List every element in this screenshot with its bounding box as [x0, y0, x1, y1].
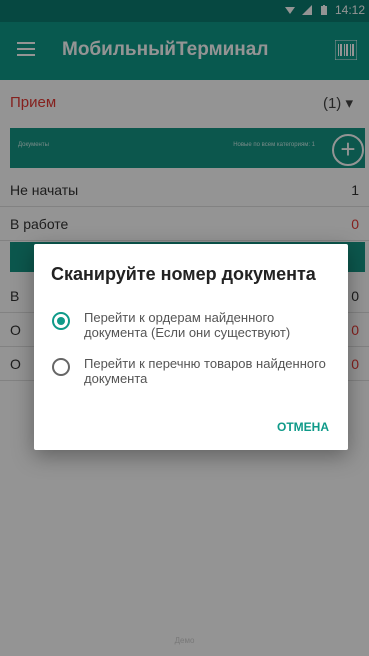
- cancel-button[interactable]: ОТМЕНА: [277, 420, 329, 434]
- scan-dialog: Сканируйте номер документа Перейти к орд…: [34, 244, 348, 450]
- option-label: Перейти к перечню товаров найденного док…: [84, 356, 326, 386]
- dialog-title: Сканируйте номер документа: [51, 264, 316, 284]
- radio-unselected-icon[interactable]: [52, 358, 70, 376]
- option-label: Перейти к ордерам найденного документа (…: [84, 310, 291, 340]
- radio-selected-icon[interactable]: [52, 312, 70, 330]
